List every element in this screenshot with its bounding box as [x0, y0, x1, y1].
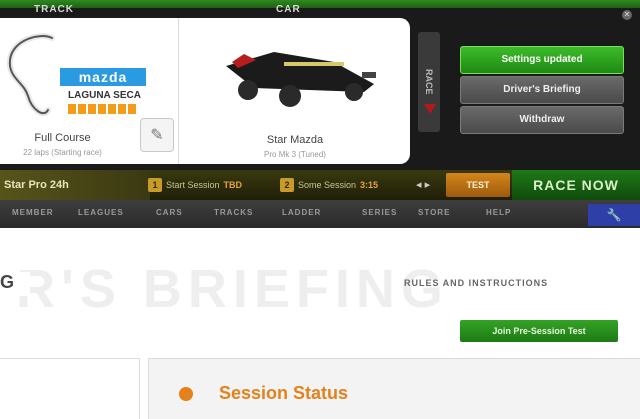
withdraw-button[interactable]: Withdraw — [460, 106, 624, 134]
track-edit-button[interactable]: ✎ — [140, 118, 174, 152]
nav-item-store[interactable]: STORE — [418, 208, 450, 217]
nav-item-series[interactable]: SERIES — [362, 208, 397, 217]
race-vertical-label: RACE — [418, 32, 440, 132]
session-value: 3:15 — [360, 180, 379, 190]
close-icon[interactable]: ✕ — [622, 10, 632, 20]
session-number: 2 — [280, 178, 294, 192]
track-logo-sub: LAGUNA SECA — [68, 90, 141, 101]
session-value: TBD — [223, 180, 243, 190]
drivers-briefing-button[interactable]: Driver's Briefing — [460, 76, 624, 104]
nav-item-tracks[interactable]: TRACKS — [214, 208, 253, 217]
main-content: R'S BRIEFING G RULES AND INSTRUCTIONS Jo… — [0, 228, 640, 419]
join-test-button[interactable]: Join Pre-Session Test — [460, 320, 618, 342]
track-logo-brand: mazda — [60, 68, 146, 86]
nav-item-help[interactable]: HELP — [486, 208, 511, 217]
car-title: Star Mazda — [266, 134, 324, 146]
rules-link[interactable]: RULES AND INSTRUCTIONS — [404, 278, 548, 288]
track-subtitle: 22 laps (Starting race) — [23, 148, 102, 157]
test-button[interactable]: TEST — [446, 173, 510, 197]
track-logo-stripe — [68, 104, 138, 114]
race-now-button[interactable]: RACE NOW — [512, 170, 640, 200]
cycle-arrows-icon[interactable]: ◂ ▸ — [416, 178, 430, 191]
nav-item-member[interactable]: MEMBER — [12, 208, 54, 217]
info-box-right: Session Status — [148, 358, 640, 419]
session-label: Some Session — [298, 180, 357, 190]
session-status-title: Session Status — [219, 383, 349, 403]
car-subtitle: Pro Mk 3 (Tuned) — [264, 150, 326, 159]
race-car-image — [226, 52, 376, 107]
page-title: R'S BRIEFING — [16, 259, 449, 319]
session-label: Start Session — [166, 180, 220, 190]
race-menu: ✕ RACE Settings updated Driver's Briefin… — [410, 10, 640, 164]
session-slot-1[interactable]: 1 Start Session TBD — [148, 177, 242, 193]
title-badge: G — [0, 272, 30, 296]
pencil-icon: ✎ — [150, 127, 164, 144]
session-number: 1 — [148, 178, 162, 192]
car-card[interactable]: Star Mazda Pro Mk 3 (Tuned) — [180, 18, 410, 164]
nav-item-cars[interactable]: CARS — [156, 208, 183, 217]
selection-panel: mazda LAGUNA SECA Full Course 22 laps (S… — [0, 18, 410, 164]
top-accent-line — [0, 0, 640, 8]
panel-divider — [178, 18, 179, 164]
nav-item-leagues[interactable]: LEAGUES — [78, 208, 124, 217]
race-series-name: Star Pro 24h — [0, 170, 150, 200]
nav-item-ladder[interactable]: LADDER — [282, 208, 321, 217]
settings-updated-button[interactable]: Settings updated — [460, 46, 624, 74]
track-title: Full Course — [34, 132, 91, 144]
arrow-down-icon — [424, 104, 436, 114]
session-slot-2[interactable]: 2 Some Session 3:15 — [280, 177, 378, 193]
status-dot-icon — [179, 387, 193, 401]
track-logo: mazda LAGUNA SECA — [60, 68, 146, 134]
track-header-label: TRACK — [34, 4, 74, 15]
main-nav: MEMBER LEAGUES CARS TRACKS LADDER SERIES… — [0, 200, 640, 228]
track-card[interactable]: mazda LAGUNA SECA Full Course 22 laps (S… — [0, 18, 178, 164]
car-header-label: CAR — [276, 4, 301, 15]
tools-icon[interactable]: 🔧 — [588, 204, 640, 226]
info-box-left — [0, 358, 140, 419]
race-bar: Star Pro 24h 1 Start Session TBD 2 Some Ses… — [0, 170, 640, 200]
